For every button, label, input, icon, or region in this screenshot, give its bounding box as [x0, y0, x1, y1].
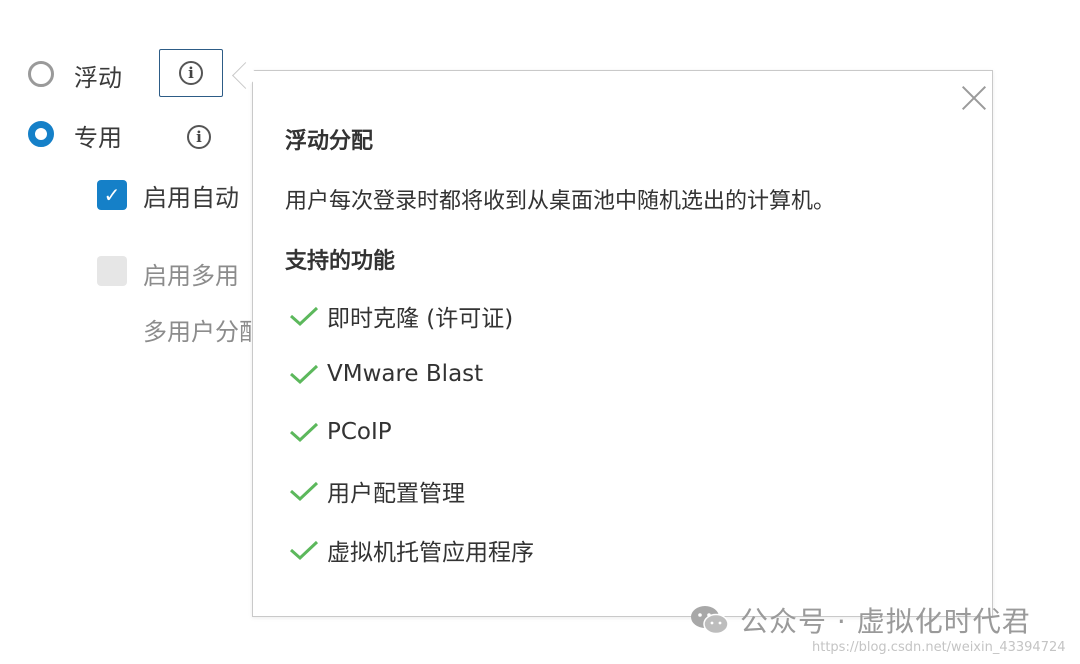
close-icon[interactable]	[961, 85, 987, 111]
feature-label: 虚拟机托管应用程序	[327, 540, 534, 566]
check-icon	[290, 422, 319, 443]
feature-item: VMware Blast	[289, 359, 483, 389]
feature-label: 即时克隆 (许可证)	[327, 306, 514, 332]
floating-label: 浮动	[74, 64, 122, 92]
watermark: 公众号 · 虚拟化时代君	[690, 600, 1031, 640]
feature-item: 虚拟机托管应用程序	[289, 535, 534, 566]
check-icon	[290, 481, 319, 502]
features-title: 支持的功能	[285, 249, 396, 274]
feature-label: 用户配置管理	[327, 481, 465, 507]
check-icon	[290, 306, 319, 327]
wechat-icon	[691, 606, 729, 635]
feature-item: 用户配置管理	[289, 476, 465, 507]
dedicated-info-icon[interactable]: i	[187, 125, 211, 149]
floating-radio[interactable]	[28, 61, 54, 87]
dedicated-label: 专用	[74, 124, 122, 152]
multi-user-checkbox[interactable]	[97, 256, 127, 286]
feature-item: PCoIP	[289, 417, 392, 447]
popover-title: 浮动分配	[285, 129, 374, 154]
dedicated-radio[interactable]	[28, 121, 54, 147]
floating-info-button[interactable]: i	[159, 49, 223, 97]
auto-assign-label: 启用自动	[143, 184, 239, 212]
floating-assignment-popover: 浮动分配 用户每次登录时都将收到从桌面池中随机选出的计算机。 支持的功能 即时克…	[252, 70, 993, 617]
check-icon	[290, 364, 319, 385]
popover-description: 用户每次登录时都将收到从桌面池中随机选出的计算机。	[285, 189, 836, 214]
feature-label: VMware Blast	[327, 361, 484, 387]
multi-user-note: 多用户分配	[143, 318, 263, 346]
feature-label: PCoIP	[327, 419, 392, 445]
watermark-text: 公众号 · 虚拟化时代君	[740, 605, 1031, 638]
source-url: https://blog.csdn.net/weixin_43394724	[812, 640, 1066, 655]
check-icon	[290, 540, 319, 561]
info-icon: i	[179, 61, 203, 85]
feature-item: 即时克隆 (许可证)	[289, 301, 514, 332]
auto-assign-checkbox[interactable]: ✓	[97, 180, 127, 210]
multi-user-label: 启用多用	[143, 262, 239, 290]
